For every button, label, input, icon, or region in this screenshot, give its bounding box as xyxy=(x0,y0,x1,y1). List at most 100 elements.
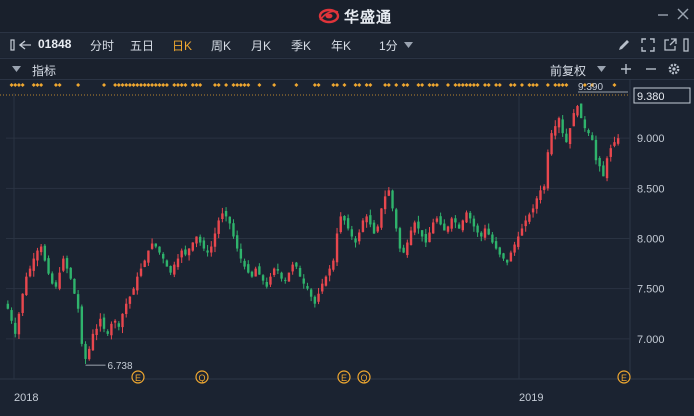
tab-zhouk[interactable]: 周K xyxy=(211,37,231,54)
adjust-select[interactable]: 前复权 xyxy=(550,62,586,79)
candle-body xyxy=(616,138,620,144)
candle-body xyxy=(110,323,113,336)
event-marker-label: Q xyxy=(360,373,367,383)
candle-body xyxy=(361,220,365,232)
event-dot xyxy=(142,83,147,87)
event-dot xyxy=(212,83,217,87)
candle-body xyxy=(298,267,302,277)
candle-body xyxy=(84,343,87,359)
x-tick-label: 2018 xyxy=(14,392,38,404)
zoom-in-icon[interactable] xyxy=(620,63,632,75)
indicator-chevron-icon[interactable] xyxy=(12,66,21,72)
candle-body xyxy=(88,348,91,360)
candle-body xyxy=(313,296,317,304)
tab-wuri[interactable]: 五日 xyxy=(130,37,154,54)
candle-body xyxy=(39,246,43,253)
candle-body xyxy=(191,242,194,251)
candle-body xyxy=(295,262,298,267)
tab-niank[interactable]: 年K xyxy=(331,37,351,54)
candle-body xyxy=(272,268,276,275)
candle-body xyxy=(173,264,176,275)
candle-body xyxy=(472,218,476,227)
event-dot xyxy=(405,83,410,87)
candle-body xyxy=(439,216,442,225)
candle-body xyxy=(309,289,313,297)
tab-fenshi[interactable]: 分时 xyxy=(90,37,114,54)
candle-body xyxy=(202,240,206,249)
candle-body xyxy=(76,294,80,309)
fullscreen-icon[interactable] xyxy=(641,38,655,52)
huasheng-logo-icon xyxy=(318,8,340,24)
sidebar-toggle-icon[interactable] xyxy=(10,39,32,51)
candle-body xyxy=(14,322,17,334)
candle-body xyxy=(450,218,453,229)
event-dot xyxy=(246,83,251,87)
candle-body xyxy=(409,230,413,246)
tab-yuek[interactable]: 月K xyxy=(251,37,271,54)
stock-code: 01848 xyxy=(38,37,72,51)
event-dot xyxy=(13,83,18,87)
event-dot xyxy=(401,83,406,87)
candle-body xyxy=(420,230,424,237)
candle-body xyxy=(117,323,121,327)
draw-pen-icon[interactable] xyxy=(617,38,631,52)
event-dot xyxy=(508,83,513,87)
candle-body xyxy=(535,198,538,209)
panel-collapse-icon[interactable] xyxy=(683,38,693,52)
event-dot xyxy=(124,83,129,87)
event-dot xyxy=(9,83,14,87)
brand-name: 华盛通 xyxy=(344,8,393,26)
candle-body xyxy=(65,258,69,269)
popout-icon[interactable] xyxy=(663,38,677,52)
event-dot xyxy=(427,83,432,87)
candle-body xyxy=(17,313,21,335)
candle-body xyxy=(454,218,457,223)
event-dot xyxy=(394,83,399,87)
candle-body xyxy=(276,269,280,271)
candle-body xyxy=(339,216,342,233)
event-dot xyxy=(35,83,40,87)
event-dot xyxy=(198,83,203,87)
event-dot xyxy=(468,83,473,87)
event-marker: Q xyxy=(357,370,371,384)
candle-body xyxy=(54,282,58,287)
adjust-chevron-icon[interactable] xyxy=(597,66,606,72)
minute-select[interactable]: 1分 xyxy=(379,37,398,54)
candle-body xyxy=(217,220,220,234)
candle-body xyxy=(591,135,594,141)
candle-body xyxy=(594,139,598,161)
candle-body xyxy=(280,272,283,279)
chevron-down-icon[interactable] xyxy=(404,42,413,48)
candle-body xyxy=(358,232,361,242)
candle-body xyxy=(195,236,198,244)
event-dot xyxy=(183,83,188,87)
event-dot xyxy=(494,83,499,87)
candle-body xyxy=(398,228,402,249)
tab-jik[interactable]: 季K xyxy=(291,37,311,54)
indicator-label[interactable]: 指标 xyxy=(32,62,56,79)
candle-body xyxy=(517,236,520,247)
event-dot xyxy=(231,83,236,87)
event-dot xyxy=(353,83,358,87)
current-price-label: 9.380 xyxy=(637,91,665,103)
tab-rik[interactable]: 日K xyxy=(172,37,192,54)
candle-body xyxy=(180,250,183,258)
candle-body xyxy=(161,253,165,259)
candle-body xyxy=(269,276,272,285)
candle-body xyxy=(210,246,213,253)
close-icon[interactable] xyxy=(677,8,689,20)
candle-body xyxy=(332,260,335,270)
candle-body xyxy=(550,133,553,155)
event-dot xyxy=(146,83,151,87)
event-dot xyxy=(238,83,243,87)
candle-body xyxy=(165,260,169,267)
minimize-icon[interactable] xyxy=(657,8,669,20)
candle-body xyxy=(321,283,324,292)
kline-chart[interactable]: 9.000 8.500 8.000 7.500 7.000 2018 2019 9.380… xyxy=(0,79,694,411)
zoom-out-icon[interactable] xyxy=(645,63,657,75)
candle-body xyxy=(291,264,294,272)
settings-gear-icon[interactable] xyxy=(667,62,681,76)
candle-body xyxy=(391,190,394,209)
event-dot xyxy=(368,83,373,87)
kline-chart-svg[interactable]: 9.000 8.500 8.000 7.500 7.000 2018 2019 9.380… xyxy=(0,79,694,411)
